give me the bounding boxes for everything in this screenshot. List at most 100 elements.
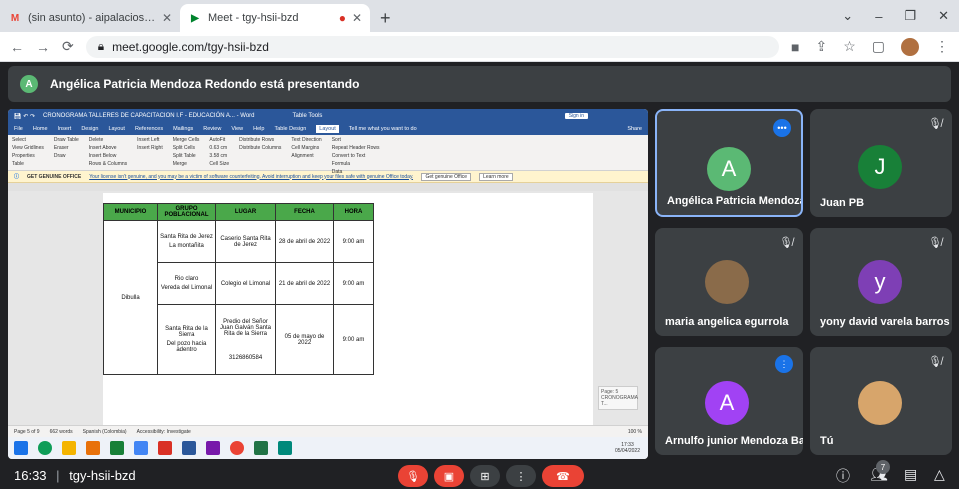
ribbon-item: Draw	[53, 153, 66, 159]
menu-item: Review	[203, 126, 222, 132]
reload-icon[interactable]: ⟳	[62, 38, 74, 55]
clock: 16:33	[14, 468, 47, 483]
present-button[interactable]: ⊞	[470, 465, 500, 487]
activities-icon[interactable]: △	[934, 466, 945, 483]
table-row: Dibulla Santa Rita de Jerez La montañita …	[103, 220, 374, 375]
fecha-cell: 28 de abril de 2022	[275, 220, 334, 263]
new-tab-button[interactable]: +	[370, 4, 401, 32]
ribbon-item: Insert Left	[137, 137, 160, 143]
ribbon-item: Distribute Rows	[239, 137, 275, 143]
menu-icon[interactable]: ⋮	[935, 38, 949, 55]
word-title: CRONOGRAMA TALLERES DE CAPACITACION I.F …	[43, 113, 255, 119]
leave-call-button[interactable]: ☎	[542, 465, 584, 487]
windows-icon	[14, 441, 28, 455]
col-lugar: LUGAR	[215, 203, 276, 221]
address-bar[interactable]: 🔒︎ meet.google.com/tgy-hsii-bzd	[85, 35, 779, 58]
grupo-cell: Santa Rita de Jerez La montañita	[157, 220, 216, 263]
sign-in-button: Sign in	[564, 113, 588, 119]
ribbon-item: Split Table	[172, 153, 196, 159]
meet-app-icon	[278, 441, 292, 455]
word-status-bar: Page 5 of 9 662 words Spanish (Colombia)…	[8, 425, 648, 437]
pdf-icon	[158, 441, 172, 455]
mic-off-icon: 🎙︎̸	[779, 237, 793, 249]
hora-cell: 9:00 am	[333, 220, 374, 263]
document-area: MUNICIPIO GRUPO POBLACIONAL LUGAR FECHA …	[8, 191, 648, 447]
url-text: meet.google.com/tgy-hsii-bzd	[112, 39, 269, 54]
onenote-icon	[206, 441, 220, 455]
mic-off-icon: 🎙︎̸	[928, 118, 942, 130]
app-icon	[110, 441, 124, 455]
avatar: J	[858, 145, 902, 189]
info-icon[interactable]: ⓘ	[836, 466, 850, 486]
ribbon-item: Merge Cells	[172, 137, 200, 143]
menu-item: Table Design	[274, 126, 307, 132]
restore-button[interactable]: ❐	[904, 8, 916, 24]
recording-icon: ●	[338, 11, 346, 25]
ie-icon	[134, 441, 148, 455]
status-item: Spanish (Colombia)	[82, 428, 127, 435]
participant-tile[interactable]: ⋮ A Arnulfo junior Mendoza Ba...	[655, 347, 803, 455]
chat-icon[interactable]: ▤	[904, 466, 917, 483]
bookmark-icon[interactable]: ☆	[843, 38, 856, 55]
avatar: A	[705, 381, 749, 425]
more-options-button[interactable]: ⋮	[506, 465, 536, 487]
menu-item: File	[14, 126, 23, 132]
forward-icon[interactable]: →	[36, 39, 50, 55]
ribbon-item: Convert to Text	[331, 153, 366, 159]
participant-tile[interactable]: ••• A Angélica Patricia Mendoza...	[655, 109, 803, 217]
avatar[interactable]	[901, 37, 919, 56]
hora-cell: 9:00 am	[333, 262, 374, 305]
ribbon-item: AutoFit	[209, 137, 226, 143]
table-tools-label: Table Tools	[292, 113, 323, 119]
mic-button[interactable]: 🎙︎	[398, 465, 428, 487]
lugar-cell: Predio del Señor Juan Galván Santa Rita …	[215, 304, 276, 375]
participant-name: Arnulfo junior Mendoza Ba...	[665, 435, 803, 447]
more-options-icon[interactable]: •••	[773, 119, 791, 137]
tell-me: Tell me what you want to do	[348, 126, 417, 132]
close-window-button[interactable]: ✕	[938, 8, 949, 24]
grupo-cell: Santa Rita de la Sierra Del pozo hacia ad…	[157, 304, 216, 375]
word-icon	[182, 441, 196, 455]
back-icon[interactable]: ←	[10, 39, 24, 55]
tab-gmail[interactable]: M (sin asunto) - aipalaciosd@ufpsc ✕	[0, 4, 180, 32]
taskbar-clock: 17:33 05/04/2022	[614, 442, 640, 454]
camera-button[interactable]: ▣	[434, 465, 464, 487]
license-warning: ⓘ GET GENUINE OFFICE Your license isn't …	[8, 171, 648, 183]
participant-tile[interactable]: 🎙︎̸ Tú	[810, 347, 952, 455]
save-icon: 💾︎ ↶ ↷	[14, 113, 36, 120]
ribbon-item: Properties	[12, 153, 35, 159]
ribbon-item: Insert Right	[137, 145, 163, 151]
ribbon-item: Cell Size	[209, 161, 230, 167]
avatar: y	[858, 260, 902, 304]
participant-name: Juan PB	[820, 197, 865, 209]
tab-meet[interactable]: ▶ Meet - tgy-hsii-bzd ● ✕	[180, 4, 370, 32]
share-icon[interactable]: ⇪	[815, 38, 827, 55]
camera-icon[interactable]: ■	[791, 39, 799, 55]
tab-search-icon[interactable]: ⌄	[842, 8, 853, 24]
fecha-cell: 21 de abril de 2022	[275, 262, 334, 305]
folder-icon	[62, 441, 76, 455]
menu-item: Insert	[57, 126, 72, 132]
participant-tile[interactable]: 🎙︎̸ maria angelica egurrola	[655, 228, 803, 336]
ribbon-item: Delete	[88, 137, 104, 143]
participant-tile[interactable]: 🎙︎̸ J Juan PB	[810, 109, 952, 217]
participant-tile[interactable]: 🎙︎̸ y yony david varela barros	[810, 228, 952, 336]
close-icon[interactable]: ✕	[162, 11, 172, 25]
ribbon-item: Repeat Header Rows	[331, 145, 380, 151]
meeting-code: tgy-hsii-bzd	[69, 468, 136, 483]
meet-icon: ▶	[191, 12, 199, 24]
chrome-icon	[230, 441, 244, 455]
ribbon-group-merge: Merge Cells Split Cells Split Table Merg…	[173, 137, 200, 168]
presenting-text: Angélica Patricia Mendoza Redondo está p…	[50, 77, 360, 91]
minimize-button[interactable]: –	[875, 9, 882, 24]
ribbon-item: Distribute Columns	[239, 145, 282, 151]
participant-name: Angélica Patricia Mendoza...	[667, 195, 803, 207]
close-icon[interactable]: ✕	[352, 11, 362, 25]
media-icon	[86, 441, 100, 455]
participant-name: maria angelica egurrola	[665, 316, 789, 328]
menu-item: Home	[32, 126, 48, 132]
ribbon-item: Split Cells	[172, 145, 195, 151]
ribbon-group-alignment: Text Direction Cell Margins Alignment	[291, 137, 321, 168]
window-icon[interactable]: ▢	[872, 38, 885, 55]
menu-item: References	[134, 126, 164, 132]
